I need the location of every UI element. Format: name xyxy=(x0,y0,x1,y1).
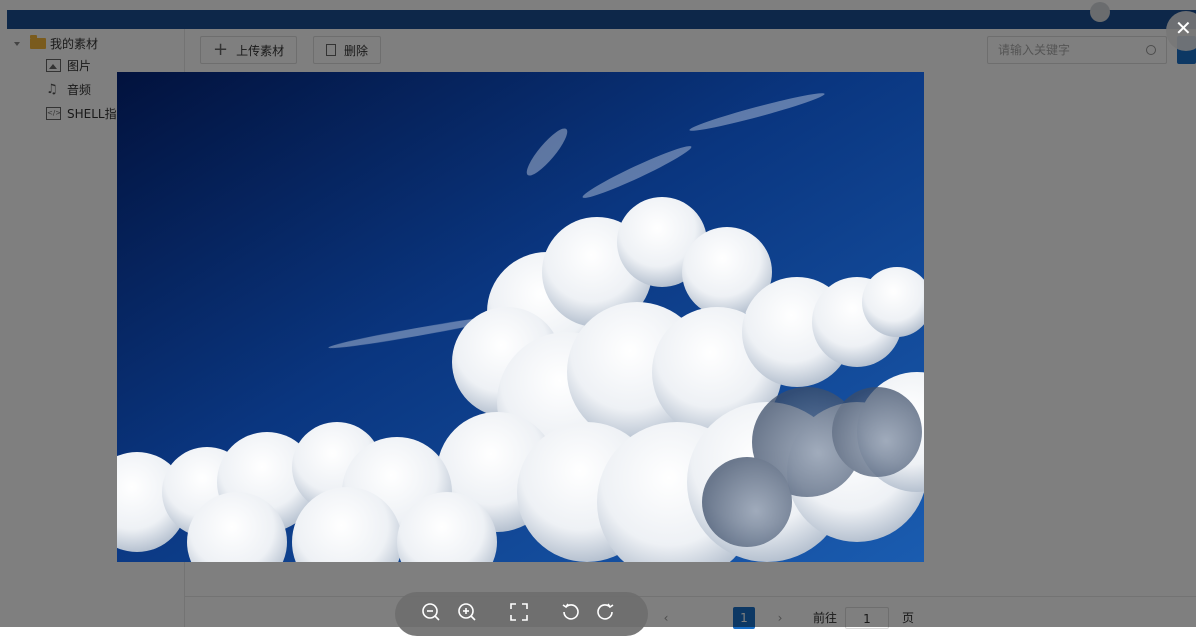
fit-screen-icon[interactable] xyxy=(507,600,531,624)
zoom-out-icon[interactable] xyxy=(419,600,443,624)
zoom-in-icon[interactable] xyxy=(455,600,479,624)
sky-clouds-photo xyxy=(117,72,924,562)
rotate-left-icon[interactable] xyxy=(559,600,583,624)
close-icon: ✕ xyxy=(1175,16,1192,40)
viewer-toolbar xyxy=(395,592,648,636)
rotate-right-icon[interactable] xyxy=(593,600,617,624)
preview-image xyxy=(117,72,924,562)
